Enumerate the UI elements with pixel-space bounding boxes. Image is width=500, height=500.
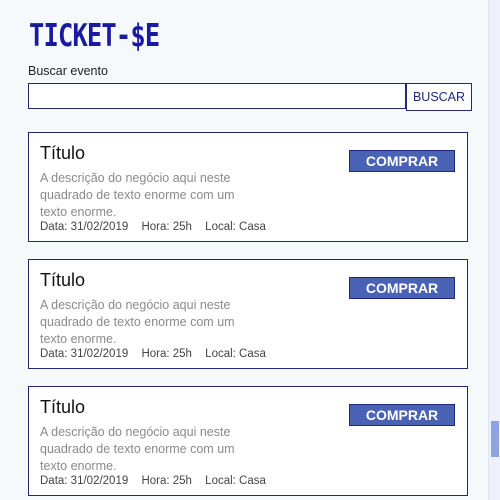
event-location: Local: Casa [205,475,266,487]
event-date: Data: 31/02/2019 [40,221,129,233]
search-button[interactable]: BUSCAR [406,83,472,111]
buy-button[interactable]: COMPRAR [349,150,455,172]
app-logo: TICKET-$E [29,18,160,54]
event-title: Título [40,397,86,417]
event-time: Hora: 25h [141,348,192,360]
search-input[interactable] [28,83,406,109]
event-description: A descrição do negócio aqui neste quadra… [40,171,235,219]
buy-button[interactable]: COMPRAR [349,277,455,299]
event-location: Local: Casa [205,221,266,233]
event-meta: Data: 31/02/2019 Hora: 25h Local: Casa [40,221,276,233]
event-time: Hora: 25h [141,475,192,487]
event-description: A descrição do negócio aqui neste quadra… [40,425,235,473]
event-description: A descrição do negócio aqui neste quadra… [40,298,235,346]
search-label: Buscar evento [28,64,108,78]
event-date: Data: 31/02/2019 [40,348,129,360]
event-location: Local: Casa [205,348,266,360]
event-card: Título A descrição do negócio aqui neste… [28,132,468,242]
buy-button[interactable]: COMPRAR [349,404,455,426]
event-meta: Data: 31/02/2019 Hora: 25h Local: Casa [40,475,276,487]
event-card: Título A descrição do negócio aqui neste… [28,386,468,496]
event-time: Hora: 25h [141,221,192,233]
event-card: Título A descrição do negócio aqui neste… [28,259,468,369]
vertical-scrollbar[interactable] [488,0,500,500]
event-title: Título [40,270,86,290]
event-meta: Data: 31/02/2019 Hora: 25h Local: Casa [40,348,276,360]
app-container: TICKET-$E Buscar evento BUSCAR Título A … [0,0,488,500]
event-date: Data: 31/02/2019 [40,475,129,487]
scrollbar-thumb[interactable] [491,421,499,457]
event-title: Título [40,143,86,163]
